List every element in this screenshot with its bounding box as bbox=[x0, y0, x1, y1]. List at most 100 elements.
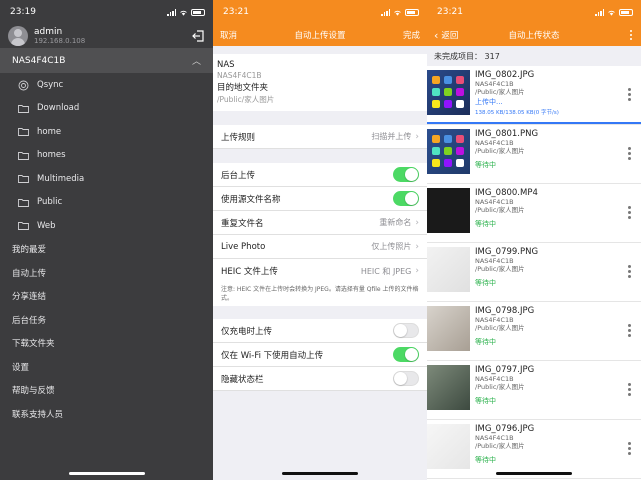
use-source-name-label: 使用源文件名称 bbox=[221, 194, 281, 205]
back-label: 返回 bbox=[441, 31, 459, 41]
duplicate-name-row[interactable]: 重复文件名 重新命名 › bbox=[213, 211, 427, 235]
destination-section[interactable]: NAS NAS4F4C1B 目的地文件夹 /Public/家人图片 bbox=[213, 54, 427, 111]
file-name: IMG_0802.JPG bbox=[475, 70, 535, 80]
battery-icon bbox=[619, 8, 633, 16]
menu-item[interactable]: 下载文件夹 bbox=[0, 332, 213, 356]
menu-item[interactable]: 后台任务 bbox=[0, 308, 213, 332]
file-more-icon[interactable] bbox=[628, 88, 631, 101]
file-path: /Public/家人图片 bbox=[475, 265, 525, 273]
file-thumbnail bbox=[427, 70, 470, 115]
wifi-only-label: 仅在 Wi-Fi 下使用自动上传 bbox=[221, 350, 324, 361]
nav-bar: 取消 自动上传设置 完成 bbox=[213, 24, 427, 46]
heic-note: 注意: HEIC 文件在上传时会转换为 JPEG。请选择有量 Qfile 上传的… bbox=[213, 283, 427, 306]
file-nas: NAS4F4C1B bbox=[475, 375, 514, 383]
live-photo-label: Live Photo bbox=[221, 241, 266, 252]
folder-item[interactable]: home bbox=[0, 120, 213, 144]
file-more-icon[interactable] bbox=[628, 265, 631, 278]
side-menu-screen: 23:19 admin 192.168.0.108 NAS4F4C1B ︿ Qs… bbox=[0, 0, 213, 480]
file-more-icon[interactable] bbox=[628, 206, 631, 219]
menu-item-label: 设置 bbox=[12, 362, 30, 373]
file-name: IMG_0800.MP4 bbox=[475, 188, 538, 198]
live-photo-row[interactable]: Live Photo 仅上传照片 › bbox=[213, 235, 427, 259]
dest-folder-label: 目的地文件夹 bbox=[217, 83, 269, 93]
folder-item[interactable]: Download bbox=[0, 97, 213, 121]
file-nas: NAS4F4C1B bbox=[475, 434, 514, 442]
menu-item[interactable]: 设置 bbox=[0, 355, 213, 379]
wifi-icon bbox=[608, 10, 615, 16]
folder-icon bbox=[18, 127, 29, 137]
cancel-button[interactable]: 取消 bbox=[220, 29, 237, 41]
auto-upload-status-screen: 23:21 ‹ 返回 自动上传状态 未完成项目： 317 IMG_0802.JP… bbox=[427, 0, 641, 480]
folder-label: Qsync bbox=[37, 79, 64, 90]
file-status: 等待中 bbox=[475, 161, 496, 169]
file-name: IMG_0801.PNG bbox=[475, 129, 539, 139]
file-more-icon[interactable] bbox=[628, 324, 631, 337]
file-row[interactable]: IMG_0798.JPG NAS4F4C1B/Public/家人图片 等待中 bbox=[427, 302, 641, 361]
folder-item[interactable]: Public bbox=[0, 191, 213, 215]
menu-item-label: 下载文件夹 bbox=[12, 339, 55, 350]
home-indicator bbox=[68, 472, 145, 475]
menu-item-label: 后台任务 bbox=[12, 315, 47, 326]
file-row[interactable]: IMG_0800.MP4 NAS4F4C1B/Public/家人图片 等待中 bbox=[427, 184, 641, 243]
file-thumbnail bbox=[427, 129, 470, 174]
file-more-icon[interactable] bbox=[628, 383, 631, 396]
charging-only-toggle[interactable] bbox=[393, 323, 419, 338]
file-path: /Public/家人图片 bbox=[475, 324, 525, 332]
file-row[interactable]: IMG_0796.JPG NAS4F4C1B/Public/家人图片 等待中 bbox=[427, 420, 641, 479]
chevron-up-icon: ︿ bbox=[191, 57, 201, 67]
logout-icon[interactable] bbox=[191, 29, 205, 43]
file-name: IMG_0798.JPG bbox=[475, 306, 535, 316]
menu-item[interactable]: 联系支持人员 bbox=[0, 402, 213, 426]
background-upload-toggle[interactable] bbox=[393, 167, 419, 182]
status-bar: 23:21 bbox=[427, 0, 641, 24]
menu-item[interactable]: 自动上传 bbox=[0, 261, 213, 285]
file-row[interactable]: IMG_0801.PNG NAS4F4C1B/Public/家人图片 等待中 bbox=[427, 125, 641, 184]
file-row[interactable]: IMG_0797.JPG NAS4F4C1B/Public/家人图片 等待中 bbox=[427, 361, 641, 420]
avatar[interactable] bbox=[8, 26, 28, 46]
file-name: IMG_0797.JPG bbox=[475, 365, 535, 375]
hide-status-bar-toggle[interactable] bbox=[393, 371, 419, 386]
done-button[interactable]: 完成 bbox=[403, 29, 420, 41]
folder-item[interactable]: Qsync bbox=[0, 73, 213, 97]
file-path: /Public/家人图片 bbox=[475, 147, 525, 155]
status-bar: 23:19 bbox=[0, 0, 213, 24]
live-photo-value: 仅上传照片 bbox=[371, 242, 412, 251]
use-source-name-toggle[interactable] bbox=[393, 191, 419, 206]
chevron-right-icon: › bbox=[415, 131, 419, 142]
page-title: 自动上传设置 bbox=[294, 31, 346, 41]
file-thumbnail bbox=[427, 247, 470, 292]
back-button[interactable]: ‹ 返回 bbox=[434, 29, 458, 42]
heic-upload-row[interactable]: HEIC 文件上传 HEIC 和 JPEG › bbox=[213, 259, 427, 283]
use-source-name-row: 使用源文件名称 bbox=[213, 187, 427, 211]
signal-icon bbox=[381, 8, 390, 16]
dest-folder-value: /Public/家人图片 bbox=[217, 95, 275, 104]
upload-rule-row[interactable]: 上传规则 扫描并上传 › bbox=[213, 125, 427, 149]
duplicate-name-value: 重新命名 bbox=[379, 218, 412, 227]
file-thumbnail bbox=[427, 306, 470, 351]
folder-item[interactable]: homes bbox=[0, 144, 213, 168]
file-nas: NAS4F4C1B bbox=[475, 316, 514, 324]
file-path: /Public/家人图片 bbox=[475, 383, 525, 391]
file-name: IMG_0796.JPG bbox=[475, 424, 535, 434]
nas-selector[interactable]: NAS4F4C1B ︿ bbox=[0, 48, 213, 73]
file-more-icon[interactable] bbox=[628, 442, 631, 455]
folder-item[interactable]: Multimedia bbox=[0, 167, 213, 191]
file-row[interactable]: IMG_0802.JPG NAS4F4C1B/Public/家人图片 上传中... 1… bbox=[427, 66, 641, 125]
file-status: 等待中 bbox=[475, 279, 496, 287]
file-thumbnail bbox=[427, 188, 470, 233]
file-status: 等待中 bbox=[475, 456, 496, 464]
more-menu-icon[interactable] bbox=[629, 29, 635, 41]
menu-item[interactable]: 帮助与反馈 bbox=[0, 379, 213, 403]
folder-icon bbox=[18, 151, 29, 160]
menu-item[interactable]: 分享连结 bbox=[0, 285, 213, 309]
folder-item[interactable]: Web bbox=[0, 214, 213, 238]
menu-item-label: 分享连结 bbox=[12, 292, 47, 303]
home-indicator bbox=[282, 472, 358, 475]
signal-icon bbox=[595, 8, 604, 16]
menu-item[interactable]: 我的最爱 bbox=[0, 238, 213, 262]
file-row[interactable]: IMG_0799.PNG NAS4F4C1B/Public/家人图片 等待中 bbox=[427, 243, 641, 302]
file-more-icon[interactable] bbox=[628, 147, 631, 160]
upload-progress-bar bbox=[427, 122, 641, 124]
folder-label: Multimedia bbox=[37, 173, 85, 184]
wifi-only-toggle[interactable] bbox=[393, 347, 419, 362]
